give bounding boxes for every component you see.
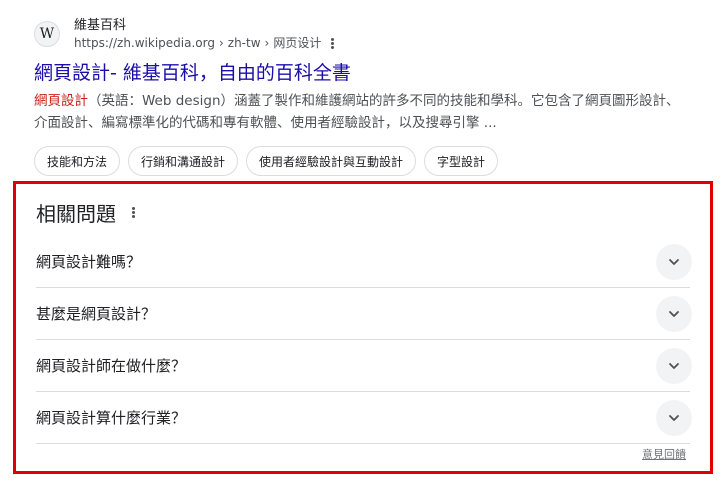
chip-typography[interactable]: 字型設計 bbox=[424, 146, 499, 176]
paa-question-3[interactable]: 網頁設計師在做什麼？ bbox=[36, 340, 692, 392]
expand-button[interactable] bbox=[656, 347, 692, 384]
people-also-ask-panel: 相關問題 網頁設計難嗎？ 甚麼是網頁設計？ 網頁設計師在做什麼？ 網頁設計算什麼… bbox=[13, 181, 713, 474]
question-text: 網頁設計師在做什麼？ bbox=[36, 357, 187, 375]
feedback-link[interactable]: 意見回饋 bbox=[642, 446, 686, 462]
url-path-2: 网页设计 bbox=[273, 36, 322, 50]
url-separator: › bbox=[264, 36, 270, 50]
site-name[interactable]: 維基百科 bbox=[74, 17, 334, 35]
expand-button[interactable] bbox=[656, 399, 692, 436]
paa-header: 相關問題 bbox=[36, 198, 135, 227]
sitelink-chips: 技能和方法 行銷和溝通設計 使用者經驗設計與互動設計 字型設計 bbox=[34, 146, 694, 176]
snippet-text: （英語：Web design）涵蓋了製作和維護網站的許多不同的技能和學科。它包含… bbox=[34, 93, 680, 131]
url-separator: › bbox=[218, 36, 224, 50]
result-source: W 維基百科 https://zh.wikipedia.org › zh-tw … bbox=[34, 12, 694, 56]
chip-skills-methods[interactable]: 技能和方法 bbox=[34, 146, 121, 176]
expand-button[interactable] bbox=[656, 243, 692, 280]
paa-question-1[interactable]: 網頁設計難嗎？ bbox=[36, 236, 692, 288]
more-vert-icon[interactable] bbox=[132, 207, 135, 218]
paa-question-2[interactable]: 甚麼是網頁設計？ bbox=[36, 288, 692, 340]
chevron-down-icon bbox=[669, 258, 679, 265]
more-vert-icon[interactable] bbox=[331, 37, 335, 49]
question-text: 網頁設計算什麼行業？ bbox=[36, 409, 187, 427]
url-base: https://zh.wikipedia.org bbox=[74, 36, 215, 50]
chevron-down-icon bbox=[669, 310, 679, 317]
chip-marketing-communication[interactable]: 行銷和溝通設計 bbox=[128, 146, 239, 176]
question-text: 甚麼是網頁設計？ bbox=[36, 305, 157, 323]
site-url[interactable]: https://zh.wikipedia.org › zh-tw › 网页设计 bbox=[74, 35, 335, 51]
result-snippet: 網頁設計（英語：Web design）涵蓋了製作和維護網站的許多不同的技能和學科… bbox=[34, 90, 686, 134]
question-text: 網頁設計難嗎？ bbox=[36, 253, 142, 271]
chip-ux-interaction[interactable]: 使用者經驗設計與互動設計 bbox=[246, 146, 417, 176]
chevron-down-icon bbox=[669, 362, 679, 369]
chevron-down-icon bbox=[669, 414, 679, 421]
source-text: 維基百科 https://zh.wikipedia.org › zh-tw › … bbox=[74, 17, 335, 51]
paa-title: 相關問題 bbox=[36, 202, 116, 226]
wikipedia-favicon-icon[interactable]: W bbox=[34, 21, 60, 47]
result-title-link[interactable]: 網頁設計- 維基百科，自由的百科全書 bbox=[34, 60, 694, 86]
paa-question-4[interactable]: 網頁設計算什麼行業？ bbox=[36, 392, 692, 444]
search-result: W 維基百科 https://zh.wikipedia.org › zh-tw … bbox=[34, 12, 694, 176]
url-path-1: zh-tw bbox=[227, 36, 261, 50]
expand-button[interactable] bbox=[656, 295, 692, 332]
snippet-highlight: 網頁設計 bbox=[34, 93, 88, 109]
